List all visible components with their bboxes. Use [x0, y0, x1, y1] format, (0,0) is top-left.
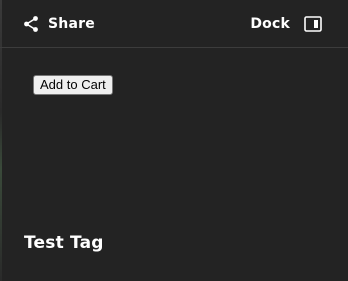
share-label: Share [48, 16, 95, 32]
panel-header: Share Dock [0, 0, 348, 48]
tag-title: Test Tag [24, 233, 104, 253]
share-button[interactable]: Share [22, 12, 95, 36]
share-icon [22, 15, 40, 33]
add-to-cart-button[interactable]: Add to Cart [33, 75, 113, 95]
dock-label: Dock [250, 16, 290, 32]
widget-panel: Share Dock Add to Cart Test Tag [0, 0, 348, 281]
dock-panel-icon [304, 16, 322, 32]
dock-button[interactable]: Dock [250, 12, 322, 36]
